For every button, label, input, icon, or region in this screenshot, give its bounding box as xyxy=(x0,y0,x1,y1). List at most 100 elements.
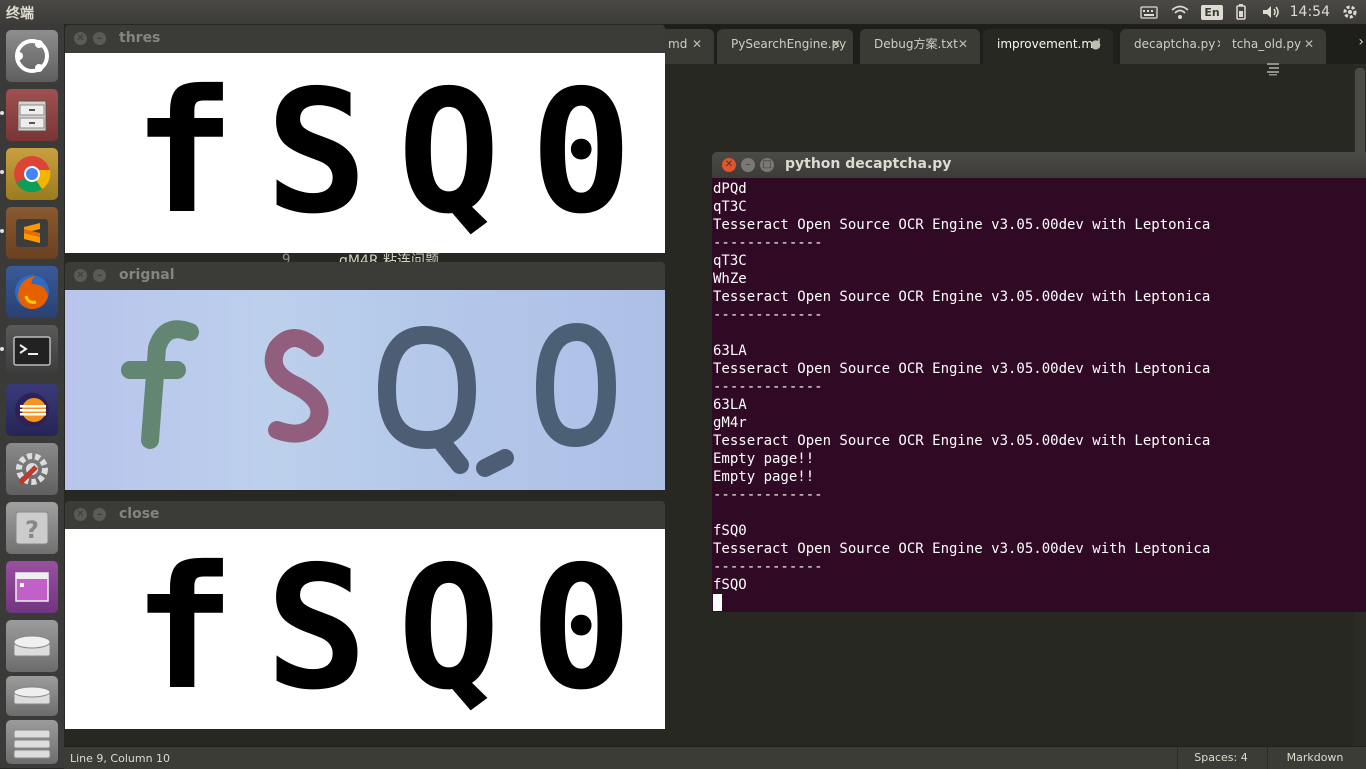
close-operation-image: fSQ0 xyxy=(65,529,665,729)
terminal-line: Tesseract Open Source OCR Engine v3.05.0… xyxy=(713,217,1211,233)
terminal-line: gM4r xyxy=(713,415,747,431)
tab-scroll-right-icon[interactable]: › xyxy=(1358,34,1364,50)
tab-decaptcha-old[interactable]: tcha_old.py ✕ xyxy=(1220,29,1326,64)
terminal-line: WhZe xyxy=(713,271,747,287)
threshold-image: fSQ0 xyxy=(65,53,665,253)
disk-drive-icon xyxy=(13,686,51,705)
terminal-cursor xyxy=(713,594,722,611)
terminal-lines: dPQd qT3C Tesseract Open Source OCR Engine… xyxy=(713,180,1366,594)
minimap-toggle-icon[interactable] xyxy=(1266,62,1280,76)
terminal-line: ------------- xyxy=(713,559,823,575)
launcher-running-indicator xyxy=(0,347,4,351)
sublime-text-button[interactable] xyxy=(6,207,58,259)
window-titlebar[interactable]: ✕ – thres xyxy=(65,25,665,53)
clock[interactable]: 14:54 xyxy=(1290,4,1330,20)
files-button[interactable] xyxy=(6,89,58,141)
terminal-titlebar[interactable]: ✕ – □ python decaptcha.py xyxy=(712,152,1366,178)
close-icon[interactable]: ✕ xyxy=(74,32,87,45)
wifi-icon[interactable] xyxy=(1168,0,1192,24)
glyph-s xyxy=(264,329,329,443)
tab-bar: md ✕ PySearchEngine.py ✕ Debug方案.txt ✕ i… xyxy=(654,24,1366,64)
original-captcha-image xyxy=(65,290,665,490)
orignal-window[interactable]: ✕ – orignal xyxy=(65,262,665,490)
maximize-icon[interactable]: □ xyxy=(760,158,774,172)
close-icon[interactable]: ✕ xyxy=(831,29,841,59)
terminal-window[interactable]: ✕ – □ python decaptcha.py dPQd qT3C Tesser… xyxy=(712,152,1366,612)
terminal-line: 63LA xyxy=(713,343,747,359)
terminal-line: Tesseract Open Source OCR Engine v3.05.0… xyxy=(713,541,1211,557)
ubuntu-logo-icon xyxy=(15,39,49,73)
close-icon[interactable]: ✕ xyxy=(958,29,968,59)
close-icon[interactable]: ✕ xyxy=(74,269,87,282)
keyboard-icon[interactable] xyxy=(1139,0,1159,24)
terminal-line: ------------- xyxy=(713,379,823,395)
workspace-icon xyxy=(15,572,49,602)
input-method-label: En xyxy=(1201,4,1223,20)
terminal-button[interactable] xyxy=(6,325,58,377)
tab-label: decaptcha.py xyxy=(1134,37,1216,51)
terminal-line: Tesseract Open Source OCR Engine v3.05.0… xyxy=(713,433,1211,449)
tab-pysearchengine[interactable]: PySearchEngine.py ✕ xyxy=(717,29,853,64)
close-icon[interactable]: ✕ xyxy=(1304,29,1314,59)
chrome-icon xyxy=(14,156,51,193)
launcher-running-indicator xyxy=(0,111,4,115)
window-title: thres xyxy=(119,30,161,46)
tab-improvement[interactable]: improvement.md ● xyxy=(983,29,1113,64)
chrome-button[interactable] xyxy=(6,148,58,200)
terminal-line: qT3C xyxy=(713,253,747,269)
battery-icon[interactable] xyxy=(1232,0,1250,24)
question-mark-icon: ? xyxy=(15,511,49,545)
minimize-icon[interactable]: – xyxy=(93,508,106,521)
input-method-indicator[interactable]: En xyxy=(1201,0,1223,24)
disk-button[interactable] xyxy=(6,620,58,672)
indentation-setting[interactable]: Spaces: 4 xyxy=(1177,747,1264,769)
window-title: orignal xyxy=(119,267,175,283)
terminal-output[interactable]: dPQd qT3C Tesseract Open Source OCR Engine… xyxy=(712,178,1366,612)
dash-home-button[interactable] xyxy=(6,30,58,82)
help-button[interactable]: ? xyxy=(6,502,58,554)
settings-gear-icon xyxy=(16,453,48,485)
window-title: close xyxy=(119,506,160,522)
firefox-button[interactable] xyxy=(6,266,58,318)
tab-label: tcha_old.py xyxy=(1232,37,1302,51)
glyph-f xyxy=(121,320,199,449)
file-cabinet-icon xyxy=(17,100,47,132)
eclipse-button[interactable] xyxy=(6,384,58,436)
terminal-line: Empty page!! xyxy=(713,451,815,467)
launcher-running-indicator xyxy=(0,229,4,233)
glyph-0 xyxy=(536,323,616,447)
launcher: ? xyxy=(0,24,64,768)
trash-button[interactable] xyxy=(6,720,58,764)
editor-scrollbar-thumb[interactable] xyxy=(1355,68,1365,158)
volume-icon[interactable] xyxy=(1259,0,1283,24)
eclipse-icon xyxy=(15,393,49,427)
firefox-icon xyxy=(15,275,49,310)
window-titlebar[interactable]: ✕ – orignal xyxy=(65,262,665,290)
minimize-icon[interactable]: – xyxy=(741,158,755,172)
close-window[interactable]: ✕ – close fSQ0 xyxy=(65,501,665,729)
close-icon[interactable]: ✕ xyxy=(692,29,702,59)
window-titlebar[interactable]: ✕ – close xyxy=(65,501,665,529)
syntax-selector[interactable]: Markdown xyxy=(1267,747,1362,769)
captcha-glyphs xyxy=(121,320,616,477)
thres-window[interactable]: ✕ – thres fSQ0 xyxy=(65,25,665,253)
terminal-line: fSQ0 xyxy=(713,523,747,539)
close-icon[interactable]: ✕ xyxy=(74,508,87,521)
terminal-line: Tesseract Open Source OCR Engine v3.05.0… xyxy=(713,289,1211,305)
terminal-line: Empty page!! xyxy=(713,469,815,485)
workspace-switcher-button[interactable] xyxy=(6,561,58,613)
terminal-line: ------------- xyxy=(713,307,823,323)
close-icon[interactable]: ✕ xyxy=(722,158,736,172)
system-settings-button[interactable] xyxy=(6,443,58,495)
minimize-icon[interactable]: – xyxy=(93,269,106,282)
tab-debug[interactable]: Debug方案.txt ✕ xyxy=(860,29,980,64)
unsaved-dot-icon[interactable]: ● xyxy=(1091,29,1101,59)
app-title: 终端 xyxy=(6,6,34,22)
terminal-prompt-line[interactable] xyxy=(713,594,1366,612)
status-bar: Line 9, Column 10 Spaces: 4 Markdown xyxy=(64,746,1366,769)
gear-icon[interactable] xyxy=(1340,0,1360,24)
tab-label: PySearchEngine.py xyxy=(731,37,847,51)
minimize-icon[interactable]: – xyxy=(93,32,106,45)
disk-button[interactable] xyxy=(6,676,58,716)
